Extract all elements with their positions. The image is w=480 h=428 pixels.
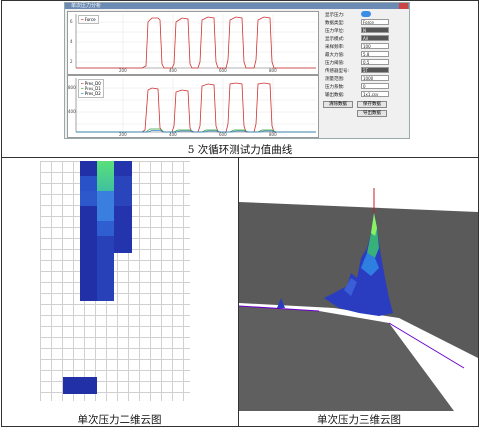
- lower-x-tick: 400: [169, 132, 177, 137]
- bottom-right-caption: 单次压力三维云图: [317, 414, 401, 426]
- upper-x-tick: 400: [169, 68, 177, 73]
- setting-input[interactable]: 1000: [361, 75, 389, 81]
- lower-x-tick: 200: [119, 132, 127, 137]
- setting-row: 输出数据: 1x1.csv: [321, 91, 409, 98]
- window-titlebar: 单次压力分析: [65, 3, 409, 9]
- setting-input[interactable]: 0.5: [361, 59, 389, 65]
- setting-select[interactable]: Force: [361, 19, 389, 25]
- upper-y-tick: 6: [70, 19, 73, 24]
- heat-cell: [97, 161, 114, 191]
- setting-row: 压力单位: N: [321, 27, 409, 34]
- setting-row: 显示压力:: [321, 11, 409, 18]
- upper-x-tick: 200: [119, 68, 127, 73]
- setting-input[interactable]: 5.8: [361, 51, 389, 57]
- setting-input[interactable]: 1x1.csv: [361, 91, 389, 97]
- setting-select[interactable]: All: [361, 35, 389, 41]
- setting-select[interactable]: 5T: [361, 67, 389, 73]
- lower-y-tick: 800: [68, 85, 76, 90]
- upper-chart-svg: [75, 14, 316, 69]
- upper-x-tick: 600: [219, 68, 227, 73]
- setting-select[interactable]: N: [361, 27, 389, 33]
- heat-cell: [80, 191, 97, 206]
- export-data-button[interactable]: 导出数据: [357, 110, 387, 117]
- window-title: 单次压力分析: [71, 3, 102, 9]
- setting-row: 最大力值: 5.8: [321, 51, 409, 58]
- close-icon[interactable]: [399, 3, 408, 9]
- heat-cell: [114, 176, 132, 206]
- lower-chart-svg: [75, 78, 316, 133]
- setting-row: 压力阈值: 0.5: [321, 59, 409, 66]
- force-curve: [76, 16, 316, 69]
- setting-row: 显示模式: All: [321, 35, 409, 42]
- heat-cell: [97, 191, 114, 221]
- display-toggle[interactable]: [361, 11, 371, 17]
- upper-force-plot: ━ Force 6 4 2 200 400 600 800: [67, 11, 319, 75]
- lower-y-tick: 400: [68, 109, 76, 114]
- lower-x-tick: 600: [219, 132, 227, 137]
- pres-d0-curve: [76, 82, 316, 133]
- analysis-window: 单次压力分析 ━ Force 6 4 2 200 400 600 800 ━ P…: [64, 2, 410, 139]
- upper-y-tick: 2: [70, 59, 73, 64]
- pressure-3d-view: [239, 158, 478, 411]
- setting-row: 测量范围: 1000: [321, 75, 409, 82]
- pres-d2-curve: [76, 130, 316, 133]
- top-caption: 5 次循环测试力值曲线: [187, 144, 293, 156]
- pres-d1-curve: [76, 128, 316, 133]
- lower-pressure-plot: ━ Pres_D0 ━ Pres_D1 ━ Pres_D2 800 400 20…: [67, 75, 319, 138]
- setting-row: 采样频率: 100: [321, 43, 409, 50]
- heat-cell: [114, 161, 132, 253]
- clear-data-button[interactable]: 清除数据: [323, 101, 353, 108]
- heat-cell: [63, 377, 97, 394]
- setting-input[interactable]: 0: [361, 83, 389, 89]
- save-data-button[interactable]: 保存数据: [357, 101, 387, 108]
- lower-x-tick: 800: [269, 132, 277, 137]
- bottom-left-caption: 单次压力二维云图: [77, 414, 162, 426]
- settings-panel: 显示压力: 数据类型: Force 压力单位: N 显示模式: All 采样频率: 10…: [321, 11, 409, 139]
- heat-cell: [80, 176, 97, 191]
- upper-x-tick: 800: [269, 68, 277, 73]
- setting-input[interactable]: 100: [361, 43, 389, 49]
- setting-row: 压力系数: 0: [321, 83, 409, 90]
- upper-y-tick: 4: [70, 39, 73, 44]
- heat-cell: [97, 221, 114, 236]
- setting-row: 传感器型号: 5T: [321, 67, 409, 74]
- setting-row: 数据类型: Force: [321, 19, 409, 26]
